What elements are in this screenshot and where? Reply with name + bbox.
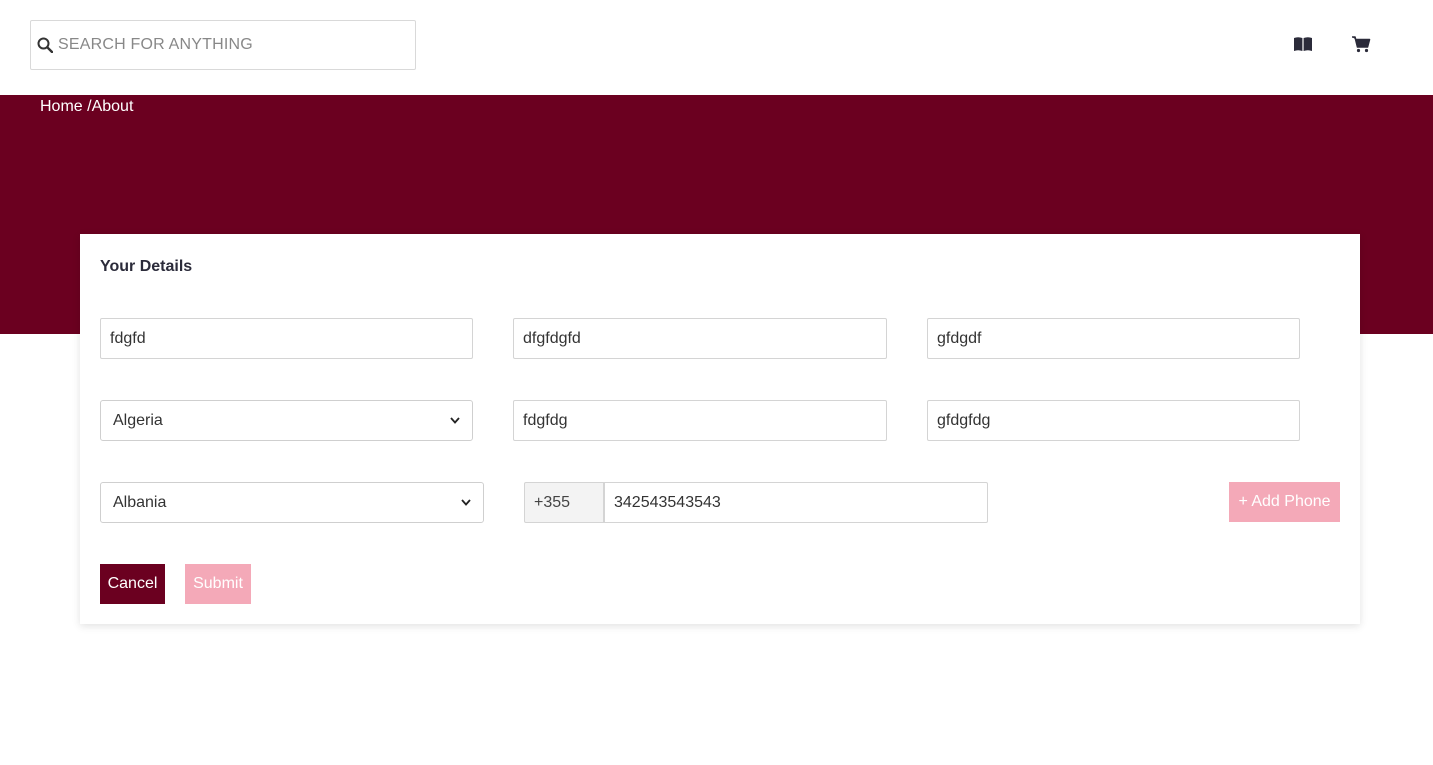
search-icon xyxy=(37,37,53,53)
add-phone-button[interactable]: + Add Phone xyxy=(1229,482,1340,522)
breadcrumb-current: About xyxy=(91,98,134,115)
breadcrumb-home-link[interactable]: Home xyxy=(40,98,83,116)
details-card: Your Details Algeria Albania +355 + Add … xyxy=(80,234,1360,624)
chevron-down-icon xyxy=(450,416,460,426)
cart-icon[interactable] xyxy=(1351,35,1371,53)
submit-button[interactable]: Submit xyxy=(185,564,251,604)
card-title: Your Details xyxy=(100,258,193,275)
last-name-field[interactable] xyxy=(927,318,1300,359)
phone-country-select[interactable]: Albania xyxy=(100,482,484,523)
cancel-button[interactable]: Cancel xyxy=(100,564,165,604)
book-icon[interactable] xyxy=(1293,35,1313,53)
country-select-value: Algeria xyxy=(113,411,163,429)
breadcrumb: Home / About xyxy=(40,98,133,116)
phone-country-value: Albania xyxy=(113,493,167,511)
address-field[interactable] xyxy=(927,400,1300,441)
phone-prefix: +355 xyxy=(524,482,604,523)
first-name-field[interactable] xyxy=(100,318,473,359)
search-input[interactable] xyxy=(58,21,415,69)
city-field[interactable] xyxy=(513,400,887,441)
country-select[interactable]: Algeria xyxy=(100,400,473,441)
top-bar xyxy=(0,0,1433,95)
middle-name-field[interactable] xyxy=(513,318,887,359)
chevron-down-icon xyxy=(461,498,471,508)
breadcrumb-separator: / xyxy=(82,98,92,115)
search-box[interactable] xyxy=(30,20,416,70)
phone-number-field[interactable] xyxy=(604,482,988,523)
